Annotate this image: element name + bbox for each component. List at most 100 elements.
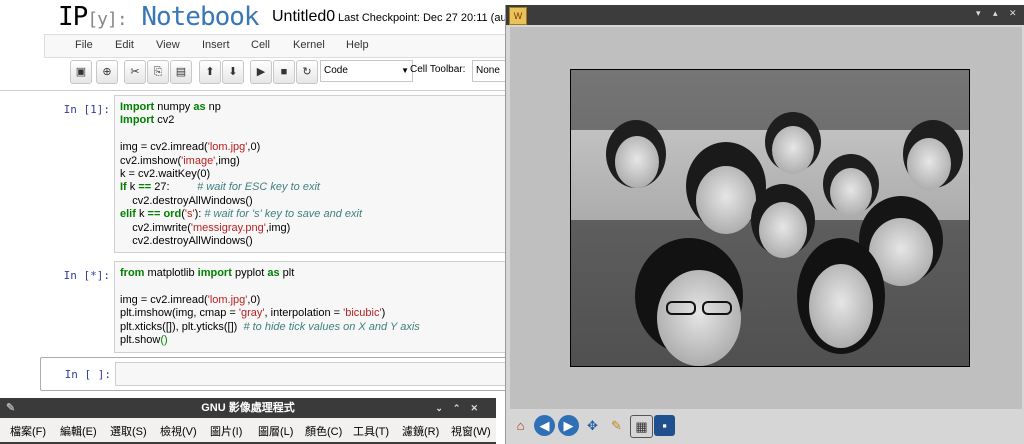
code-line: plt.xticks([]), plt.yticks([]) # to hide… <box>120 321 420 334</box>
logo-notebook: Notebook <box>141 2 259 32</box>
code-token: 'gray' <box>238 307 265 320</box>
close-icon[interactable]: ✕ <box>1009 8 1017 19</box>
stop-button[interactable]: ■ <box>273 60 295 84</box>
gimp-menu-image[interactable]: 圖片(I) <box>210 423 242 439</box>
code-token: cv2.imshow( <box>120 154 182 167</box>
code-token: ) <box>381 307 386 320</box>
figure-canvas[interactable] <box>510 27 1022 409</box>
code-token: ,img) <box>215 154 240 167</box>
gimp-menu-tools[interactable]: 工具(T) <box>353 423 389 439</box>
menu-file[interactable]: File <box>75 39 93 51</box>
paste-button[interactable]: ▤ <box>170 60 192 84</box>
stop-icon: ■ <box>280 66 288 78</box>
play-icon: ▶ <box>256 66 266 78</box>
edit-icon[interactable]: ✎ <box>606 415 627 436</box>
cell-code[interactable]: Import numpy as np Import cv2 img = cv2.im… <box>120 101 362 248</box>
code-token: cv2.destroyAllWindows() <box>120 194 253 207</box>
notebook-area: In [1]: Import numpy as np Import cv2 img … <box>0 90 509 395</box>
gimp-menu-edit[interactable]: 編輯(E) <box>60 423 97 439</box>
gimp-menu-filters[interactable]: 濾鏡(R) <box>402 423 439 439</box>
minimize-icon[interactable]: ▾ <box>976 8 981 19</box>
code-token: == <box>138 181 152 194</box>
restart-button[interactable]: ↻ <box>296 60 318 84</box>
menu-insert[interactable]: Insert <box>202 39 230 51</box>
back-icon[interactable]: ◀ <box>534 415 555 436</box>
code-line: cv2.imwrite('messigray.png',img) <box>120 222 362 235</box>
cell-code[interactable]: from matplotlib import pyplot as plt img … <box>120 267 420 347</box>
maximize-icon[interactable]: ▴ <box>993 8 998 19</box>
arrow-up-icon: ⬆ <box>205 66 215 78</box>
figure-titlebar: W ▾ ▴ ✕ <box>506 5 1024 25</box>
cell-input[interactable] <box>115 362 509 386</box>
gimp-title: GNU 影像處理程式 <box>201 402 295 414</box>
pan-icon[interactable]: ✥ <box>582 415 603 436</box>
gimp-menu-windows[interactable]: 視窗(W) <box>451 423 491 439</box>
image-axes[interactable] <box>570 69 970 367</box>
run-button[interactable]: ▶ <box>250 60 272 84</box>
code-token: 'messigray.png' <box>190 221 266 234</box>
code-token: == <box>147 208 161 221</box>
move-down-button[interactable]: ⬇ <box>222 60 244 84</box>
code-cell-3-selected[interactable]: In [ ]: <box>40 357 509 391</box>
menu-kernel[interactable]: Kernel <box>293 39 325 51</box>
gimp-menu-file[interactable]: 檔案(F) <box>10 423 46 439</box>
code-line: from matplotlib import pyplot as plt <box>120 267 420 280</box>
gimp-menu-select[interactable]: 選取(S) <box>110 423 147 439</box>
figure-app-icon: W <box>509 7 527 25</box>
code-line: If k == 27: # wait for ESC key to exit <box>120 181 362 194</box>
code-token: # wait for ESC key to exit <box>197 181 320 194</box>
home-icon[interactable]: ⌂ <box>510 415 531 436</box>
ipython-logo[interactable]: IP[y]: Notebook <box>58 2 260 32</box>
save-button[interactable]: ▣ <box>70 60 92 84</box>
code-token: from <box>120 267 145 279</box>
arrow-down-icon: ⬇ <box>228 66 238 78</box>
forward-icon[interactable]: ▶ <box>558 415 579 436</box>
code-token: numpy <box>154 101 194 113</box>
subplots-icon[interactable]: ▦ <box>630 415 653 438</box>
menu-view[interactable]: View <box>156 39 180 51</box>
menu-help[interactable]: Help <box>346 39 369 51</box>
code-token: Import <box>120 114 155 127</box>
plus-icon: ⊕ <box>102 66 112 78</box>
cell-prompt: In [*]: <box>63 269 110 282</box>
figure-toolbar: ⌂ ◀ ▶ ✥ ✎ ▦ ▪ <box>506 411 1024 444</box>
code-token: If <box>120 181 127 194</box>
code-token: Import <box>120 101 155 113</box>
code-token: , interpolation = <box>264 307 344 320</box>
code-line: k = cv2.waitKey(0) <box>120 168 362 181</box>
save-icon[interactable]: ▪ <box>654 415 675 436</box>
cell-toolbar-label: Cell Toolbar: <box>410 64 466 75</box>
code-token: # wait for 's' key to save and exit <box>204 208 363 221</box>
code-line: plt.imshow(img, cmap = 'gray', interpola… <box>120 307 420 320</box>
cut-button[interactable]: ✂ <box>124 60 146 84</box>
menu-edit[interactable]: Edit <box>115 39 134 51</box>
code-line: plt.show() <box>120 334 420 347</box>
code-token: cv2 <box>154 114 175 127</box>
code-line: cv2.destroyAllWindows() <box>120 195 362 208</box>
code-token: ,img) <box>265 221 291 234</box>
gimp-menu-layer[interactable]: 圖層(L) <box>258 423 293 439</box>
insert-cell-button[interactable]: ⊕ <box>96 60 118 84</box>
cell-type-select[interactable]: Code ▼ <box>320 60 413 82</box>
gimp-menu-colors[interactable]: 顏色(C) <box>305 423 342 439</box>
code-cell-2[interactable]: from matplotlib import pyplot as plt img … <box>114 261 508 353</box>
figure-window: W ▾ ▴ ✕ ⌂ ◀ ▶ ✥ ✎ ▦ ▪ <box>505 5 1024 444</box>
notebook-name[interactable]: Untitled0 <box>272 8 335 26</box>
code-token: 's' <box>184 208 195 221</box>
copy-button[interactable]: ⎘ <box>147 60 169 84</box>
refresh-icon: ↻ <box>302 66 312 78</box>
move-up-button[interactable]: ⬆ <box>199 60 221 84</box>
code-token: img = cv2.imread( <box>120 293 208 306</box>
code-token: k <box>126 181 139 194</box>
code-token: 'lom.jpg' <box>207 141 248 154</box>
code-token: plt.imshow(img, cmap = <box>120 307 239 320</box>
menu-cell[interactable]: Cell <box>251 39 270 51</box>
code-cell-1[interactable]: Import numpy as np Import cv2 img = cv2.im… <box>114 95 508 253</box>
code-token: matplotlib <box>144 267 198 279</box>
gimp-menu-view[interactable]: 檢視(V) <box>160 423 197 439</box>
code-token: pyplot <box>231 267 268 279</box>
save-icon: ▣ <box>75 66 87 78</box>
grayscale-photo <box>571 70 969 366</box>
gimp-window-controls[interactable]: ⌄⌃✕ <box>435 398 488 418</box>
